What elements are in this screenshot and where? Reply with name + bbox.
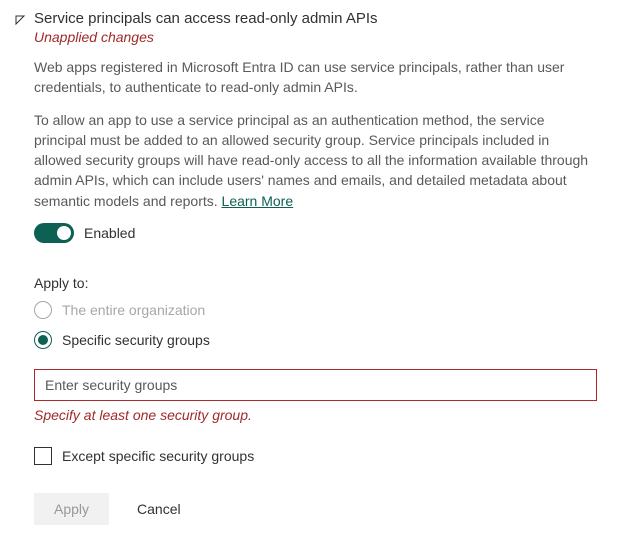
learn-more-link[interactable]: Learn More [222, 193, 294, 209]
radio-specific-security-groups[interactable]: Specific security groups [34, 331, 597, 349]
collapse-icon[interactable] [14, 13, 26, 29]
setting-panel: Service principals can access read-only … [0, 10, 625, 525]
radio-label: Specific security groups [62, 332, 210, 348]
enabled-toggle-label: Enabled [84, 225, 135, 241]
apply-to-label: Apply to: [34, 275, 597, 291]
enabled-toggle-row: Enabled [34, 223, 597, 243]
setting-header: Service principals can access read-only … [14, 10, 597, 45]
radio-icon [34, 301, 52, 319]
description-paragraph: To allow an app to use a service princip… [34, 110, 597, 211]
radio-entire-organization: The entire organization [34, 301, 597, 319]
apply-button[interactable]: Apply [34, 493, 109, 525]
radio-selected-icon [38, 335, 48, 345]
validation-message: Specify at least one security group. [34, 407, 597, 423]
unapplied-changes-label: Unapplied changes [34, 29, 597, 45]
description-paragraph: Web apps registered in Microsoft Entra I… [34, 57, 597, 98]
security-groups-input[interactable] [34, 369, 597, 401]
setting-description: Web apps registered in Microsoft Entra I… [34, 57, 597, 211]
radio-label: The entire organization [62, 302, 205, 318]
button-row: Apply Cancel [34, 493, 597, 525]
cancel-button[interactable]: Cancel [133, 493, 185, 525]
radio-icon [34, 331, 52, 349]
except-specific-groups-checkbox[interactable]: Except specific security groups [34, 447, 597, 465]
setting-title: Service principals can access read-only … [34, 10, 597, 27]
checkbox-label: Except specific security groups [62, 448, 254, 464]
checkbox-icon [34, 447, 52, 465]
toggle-thumb [57, 226, 71, 240]
apply-to-section: Apply to: The entire organization Specif… [34, 275, 597, 465]
enabled-toggle[interactable] [34, 223, 74, 243]
